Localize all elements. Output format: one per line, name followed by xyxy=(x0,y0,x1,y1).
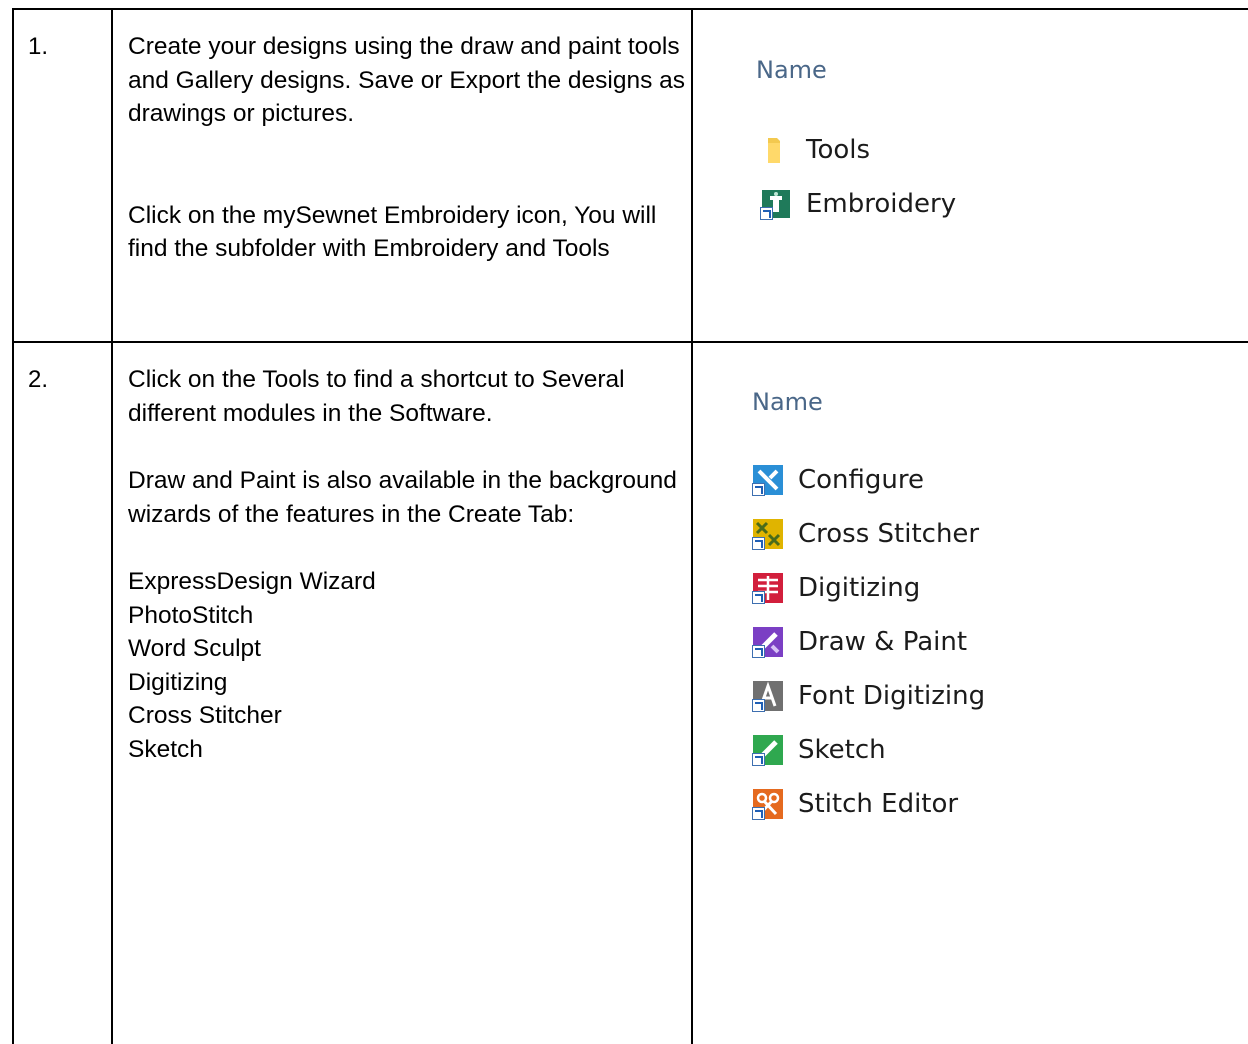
file-item-label: Sketch xyxy=(798,735,886,765)
module-list-item: Digitizing xyxy=(128,668,228,696)
folder-icon xyxy=(760,134,792,166)
file-item-font-digitizing[interactable]: Font Digitizing xyxy=(752,676,985,716)
cross-stitcher-icon xyxy=(752,518,784,550)
row-number: 1. xyxy=(28,33,49,60)
file-item-label: Embroidery xyxy=(806,189,957,219)
table-left-border xyxy=(12,8,14,1044)
file-item-label: Cross Stitcher xyxy=(798,519,980,549)
file-item-draw-paint[interactable]: Draw & Paint xyxy=(752,622,967,662)
column-header-name[interactable]: Name xyxy=(756,56,827,84)
file-item-tools[interactable]: Tools xyxy=(760,130,870,170)
instruction-paragraph: Create your designs using the draw and p… xyxy=(128,33,686,127)
module-list-item: PhotoStitch xyxy=(128,601,254,629)
draw-paint-icon xyxy=(752,626,784,658)
column-divider-2 xyxy=(691,8,693,1044)
file-item-label: Stitch Editor xyxy=(798,789,959,819)
instruction-paragraph: Click on the mySewnet Embroidery icon, Y… xyxy=(128,201,657,263)
shortcut-arrow-icon xyxy=(752,753,765,766)
instruction-cell: Click on the Tools to find a shortcut to… xyxy=(128,363,688,766)
row-divider xyxy=(12,341,1248,343)
document-page: 1. Create your designs using the draw an… xyxy=(0,0,1248,1044)
file-item-stitch-editor[interactable]: Stitch Editor xyxy=(752,784,958,824)
sketch-icon xyxy=(752,734,784,766)
column-header-name[interactable]: Name xyxy=(752,388,823,416)
shortcut-arrow-icon xyxy=(752,699,765,712)
shortcut-arrow-icon xyxy=(752,645,765,658)
instruction-paragraph: Click on the Tools to find a shortcut to… xyxy=(128,366,625,427)
file-item-configure[interactable]: Configure xyxy=(752,460,924,500)
digitizing-icon xyxy=(752,572,784,604)
row-number: 2. xyxy=(28,366,49,393)
file-item-sketch[interactable]: Sketch xyxy=(752,730,886,770)
stitch-editor-icon xyxy=(752,788,784,820)
shortcut-arrow-icon xyxy=(752,537,765,550)
table-top-border xyxy=(12,8,1248,10)
shortcut-arrow-icon xyxy=(752,807,765,820)
shortcut-arrow-icon xyxy=(752,483,765,496)
configure-icon xyxy=(752,464,784,496)
column-divider-1 xyxy=(111,8,113,1044)
file-item-digitizing[interactable]: Digitizing xyxy=(752,568,920,608)
embroidery-app-icon xyxy=(760,188,792,220)
file-item-cross-stitcher[interactable]: Cross Stitcher xyxy=(752,514,979,554)
file-item-label: Tools xyxy=(806,135,871,165)
module-list-item: Cross Stitcher xyxy=(128,702,282,729)
font-digitizing-icon xyxy=(752,680,784,712)
file-item-label: Digitizing xyxy=(798,573,921,603)
module-list-item: Word Sculpt xyxy=(128,635,261,662)
shortcut-arrow-icon xyxy=(760,207,773,220)
file-item-label: Draw & Paint xyxy=(798,627,968,657)
file-item-embroidery[interactable]: Embroidery xyxy=(760,184,956,224)
file-item-label: Configure xyxy=(798,465,925,495)
instruction-cell: Create your designs using the draw and p… xyxy=(128,30,688,266)
module-list-item: Sketch xyxy=(128,735,203,763)
module-list-item: ExpressDesign Wizard xyxy=(128,568,376,595)
instruction-paragraph: Draw and Paint is also available in the … xyxy=(128,467,677,528)
file-item-label: Font Digitizing xyxy=(798,681,986,711)
shortcut-arrow-icon xyxy=(752,591,765,604)
